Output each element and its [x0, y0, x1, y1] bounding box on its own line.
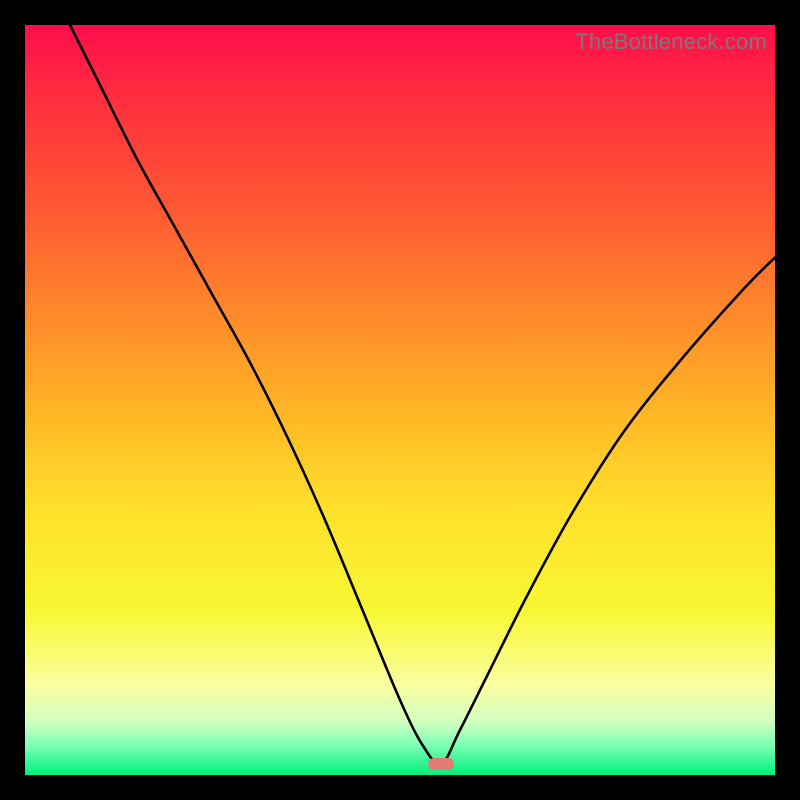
- bottleneck-curve: [25, 25, 775, 775]
- optimum-marker: [428, 758, 454, 770]
- curve-path: [70, 25, 775, 764]
- gradient-plot-area: TheBottleneck.com: [25, 25, 775, 775]
- chart-frame: TheBottleneck.com: [0, 0, 800, 800]
